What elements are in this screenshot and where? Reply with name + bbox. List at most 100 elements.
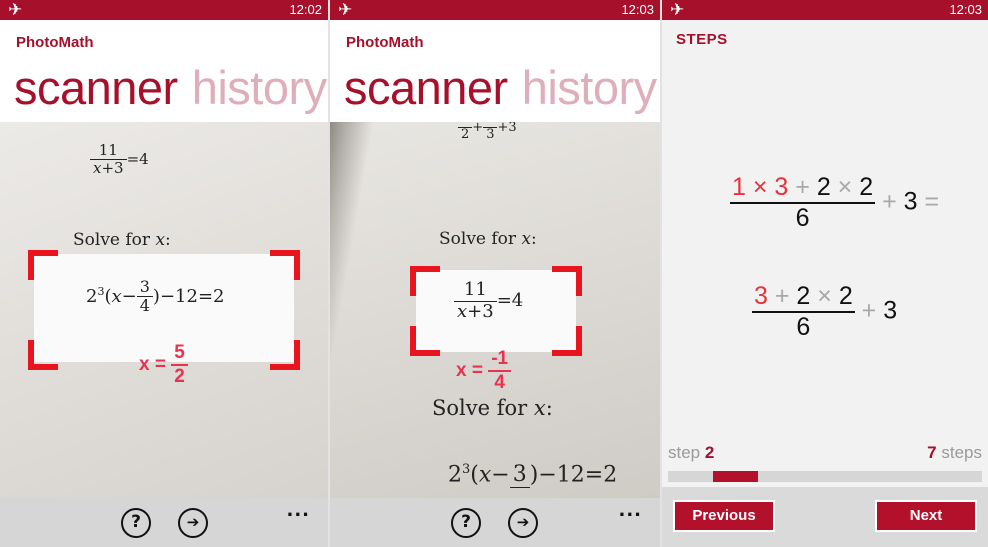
step-expression-current: 3 + 2 × 2 6 + 3 [752,282,897,342]
answer-lhs: x = [139,353,166,375]
term: 1 [732,173,746,201]
solve-label: Solve for x: [73,230,171,250]
frame-corner-top-right [552,266,582,296]
solve-label-2: Solve for x: [432,396,553,420]
term: 3 [774,173,789,201]
clock: 12:02 [289,2,322,17]
clock: 12:03 [949,2,982,17]
plus: + [472,122,484,135]
variable: x [111,285,122,307]
solve-label: Solve for x: [439,229,537,249]
solve-variable: x [521,229,532,249]
frame-corner-bottom-left [28,340,58,370]
answer-numerator: -1 [488,348,512,372]
more-options-icon[interactable]: ... [618,500,642,521]
denominator-tail: +3 [101,159,124,178]
total-steps-number: 7 [927,443,937,462]
fraction-denominator: 4 [139,296,150,316]
frame-corner-top-left [410,266,440,296]
term: 3 [754,282,768,310]
total-steps-label: 7 steps [927,443,982,463]
base: 2 [86,285,98,307]
page-title: STEPS [676,31,728,48]
operator: × [830,173,860,201]
scanner-screen-2: ✈ 12:03 PhotoMath scanner history 12+23+3… [330,0,660,547]
pivot-history[interactable]: history [192,61,327,114]
fraction-numerator: 3 [136,277,153,298]
term: 3 [883,296,898,325]
frame-corner-bottom-right [270,340,300,370]
operator: × [745,173,775,201]
term: 2 [859,173,874,201]
pivot-history[interactable]: history [522,61,657,114]
status-bar: ✈ 12:03 [330,0,660,20]
frame-corner-bottom-right [552,326,582,356]
paper-equation-top: 12+23+3 [458,122,517,143]
app-title: PhotoMath [346,34,424,51]
operator: × [810,282,839,310]
term: 2 [796,282,811,310]
current-step-number: 2 [704,443,715,462]
navigation-bar: Previous Next [662,487,988,547]
minus: − [491,462,510,488]
denominator-tail: +3 [467,300,494,322]
help-button[interactable]: ? [121,508,151,538]
step-progress-bar[interactable] [668,471,982,482]
app-title: PhotoMath [16,34,94,51]
scanned-equation: 23(x− 3 4)−12=2 [86,277,225,316]
pivot-scanner[interactable]: scanner [14,61,178,114]
equation-rest: −12=2 [159,285,225,307]
answer-denominator: 4 [494,371,505,393]
paper-equation-bottom: 23(x− 3)−12=2 [448,462,618,489]
next-arrow-button[interactable]: ➔ [508,508,538,538]
next-button[interactable]: Next [875,500,977,532]
solution-answer[interactable]: x = -1 4 [456,348,512,394]
pivot-scanner[interactable]: scanner [344,61,508,114]
solve-colon: : [165,230,171,250]
step-word: step [668,443,705,462]
answer-lhs: x = [456,359,483,381]
variable: x [457,300,468,322]
previous-button[interactable]: Previous [673,500,775,532]
fraction-denominator: 2 [461,126,470,142]
paren-open: ( [470,462,479,488]
solve-text: Solve for [73,230,156,250]
paren-close: ) [152,285,160,307]
app-bar: ? ➔ ... [330,498,660,547]
solve-variable: x [533,396,546,420]
fraction-denominator: 6 [795,203,810,232]
term: 2 [816,173,831,201]
airplane-icon: ✈ [8,0,23,20]
scanner-screen-1: ✈ 12:02 PhotoMath scanner history 11 x+3 … [0,0,328,547]
step-expression-previous: 1 × 3 + 2 × 2 6 + 3 = [730,173,939,233]
term: 3 [903,187,918,216]
airplane-icon: ✈ [338,0,353,20]
status-bar: ✈ 12:03 [662,0,988,20]
camera-viewfinder[interactable]: 12+23+3 Solve for x: 11x+3=4 x = -14 Sol… [330,122,660,498]
status-bar: ✈ 12:02 [0,0,328,20]
next-arrow-button[interactable]: ➔ [178,508,208,538]
equation-tail: +3 [497,122,517,135]
equation-rhs: =4 [126,149,149,168]
steps-word: steps [936,443,982,462]
steps-screen: ✈ 12:03 STEPS 1 × 3 + 2 × 2 6 + 3 = 3 + … [662,0,988,547]
minus: − [121,285,137,307]
frame-corner-top-right [270,250,300,280]
scanned-equation: 11 x+3 =4 [454,279,523,322]
solution-answer[interactable]: x = 52 [139,342,188,388]
fraction-numerator: 11 [90,141,127,161]
clock: 12:03 [621,2,654,17]
equation-rest: −12=2 [538,462,618,488]
more-options-icon[interactable]: ... [286,500,310,521]
answer-numerator: 5 [171,342,188,366]
operator: = [917,187,940,216]
solve-text: Solve for [432,396,534,420]
pivot-header: scanner history [344,58,657,118]
fraction-numerator: 3 [509,462,530,489]
solve-colon: : [531,229,537,249]
camera-viewfinder[interactable]: 11 x+3 =4 Solve for x: 23(x− 3 4)−12=2 x =… [0,122,328,498]
frame-corner-bottom-left [410,326,440,356]
operator: + [854,296,884,325]
fraction-denominator: 6 [796,312,811,341]
help-button[interactable]: ? [451,508,481,538]
